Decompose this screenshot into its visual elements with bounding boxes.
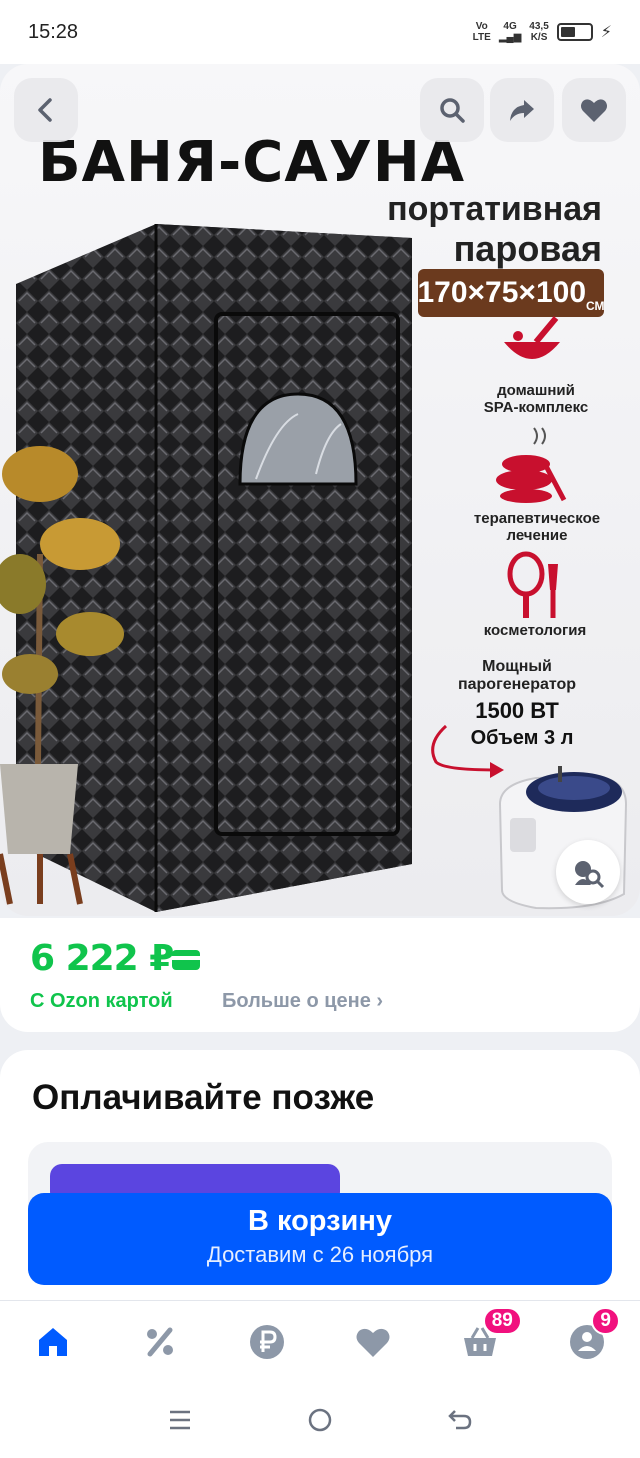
home-icon (39, 1327, 68, 1356)
charging-icon: ⚡ (600, 24, 612, 41)
back-arrow-icon (38, 98, 52, 122)
share-icon (510, 100, 534, 121)
add-to-cart-label: В корзину (247, 1205, 393, 1237)
price-card: 6 222 ₽ С Ozon картой Больше о цене › (0, 918, 640, 1032)
pay-later-title: Оплачивайте позже (32, 1078, 375, 1117)
percent-icon (147, 1327, 173, 1356)
feature-spa: домашний SPA-комплекс (483, 382, 589, 416)
nav-ruble[interactable] (213, 1301, 320, 1382)
heart-icon (581, 99, 607, 122)
bottom-navigation: 89 9 (0, 1300, 640, 1382)
network-indicator: 4G ▂▄▆ (498, 21, 522, 43)
similar-products-button[interactable] (556, 840, 620, 904)
price-value: 6 222 ₽ (30, 938, 174, 979)
hot-stones-icon (496, 427, 567, 503)
volte-indicator: Vo LTE (472, 21, 491, 43)
chevron-right-icon: › (376, 990, 384, 1012)
search-button[interactable] (420, 78, 484, 142)
system-navigation (0, 1382, 640, 1458)
back-icon[interactable] (445, 1405, 475, 1435)
status-time: 15:28 (28, 20, 79, 43)
price-details-link[interactable]: Больше о цене › (222, 990, 383, 1013)
mirror-brush-icon (507, 551, 558, 618)
status-icons: Vo LTE 4G ▂▄▆ 43,5 K/S ⚡ (473, 21, 612, 43)
nav-cart[interactable]: 89 (427, 1301, 534, 1382)
nav-favorites[interactable] (320, 1301, 427, 1382)
ruble-icon (249, 1324, 284, 1359)
product-banner-title: БАНЯ-САУНА (38, 130, 466, 195)
signal-icon: ▂▄▆ (498, 32, 522, 43)
nav-home[interactable] (0, 1301, 107, 1382)
nav-profile[interactable]: 9 (533, 1301, 640, 1382)
menu-icon[interactable] (165, 1405, 195, 1435)
profile-notification-badge: 9 (591, 1307, 620, 1335)
search-icon (440, 98, 465, 123)
nav-discounts[interactable] (107, 1301, 214, 1382)
ozon-card-icon (172, 950, 200, 970)
power-value: 1500 ВТ (475, 698, 559, 723)
cart-count-badge: 89 (482, 1307, 522, 1335)
share-button[interactable] (490, 78, 554, 142)
battery-icon (556, 23, 593, 41)
product-banner-subtitle-1: портативная (387, 190, 602, 228)
plant-image (0, 446, 124, 905)
product-banner-subtitle-2: паровая (453, 228, 602, 269)
similar-search-icon (575, 861, 605, 889)
spa-bowl-icon (504, 316, 560, 359)
product-gallery[interactable]: БАНЯ-САУНА портативная паровая 170×75×10… (0, 64, 640, 916)
speed-indicator: 43,5 K/S (529, 21, 549, 43)
feature-therapy: терапевтическое лечение (473, 510, 601, 544)
home-circle-icon[interactable] (305, 1405, 335, 1435)
power-label: Мощный парогенератор (457, 658, 577, 693)
back-button[interactable] (14, 78, 78, 142)
feature-cosmetology: косметология (483, 622, 587, 639)
dimensions-badge: 170×75×100 СМ (417, 269, 605, 317)
favorite-button[interactable] (562, 78, 626, 142)
ozon-card-label: С Ozon картой (30, 990, 173, 1012)
status-bar: 15:28 Vo LTE 4G ▂▄▆ 43,5 K/S ⚡ (0, 0, 640, 64)
add-to-cart-button[interactable]: В корзину Доставим с 26 ноября (28, 1193, 612, 1285)
delivery-date-label: Доставим с 26 ноября (206, 1242, 434, 1267)
heart-icon (356, 1328, 390, 1357)
